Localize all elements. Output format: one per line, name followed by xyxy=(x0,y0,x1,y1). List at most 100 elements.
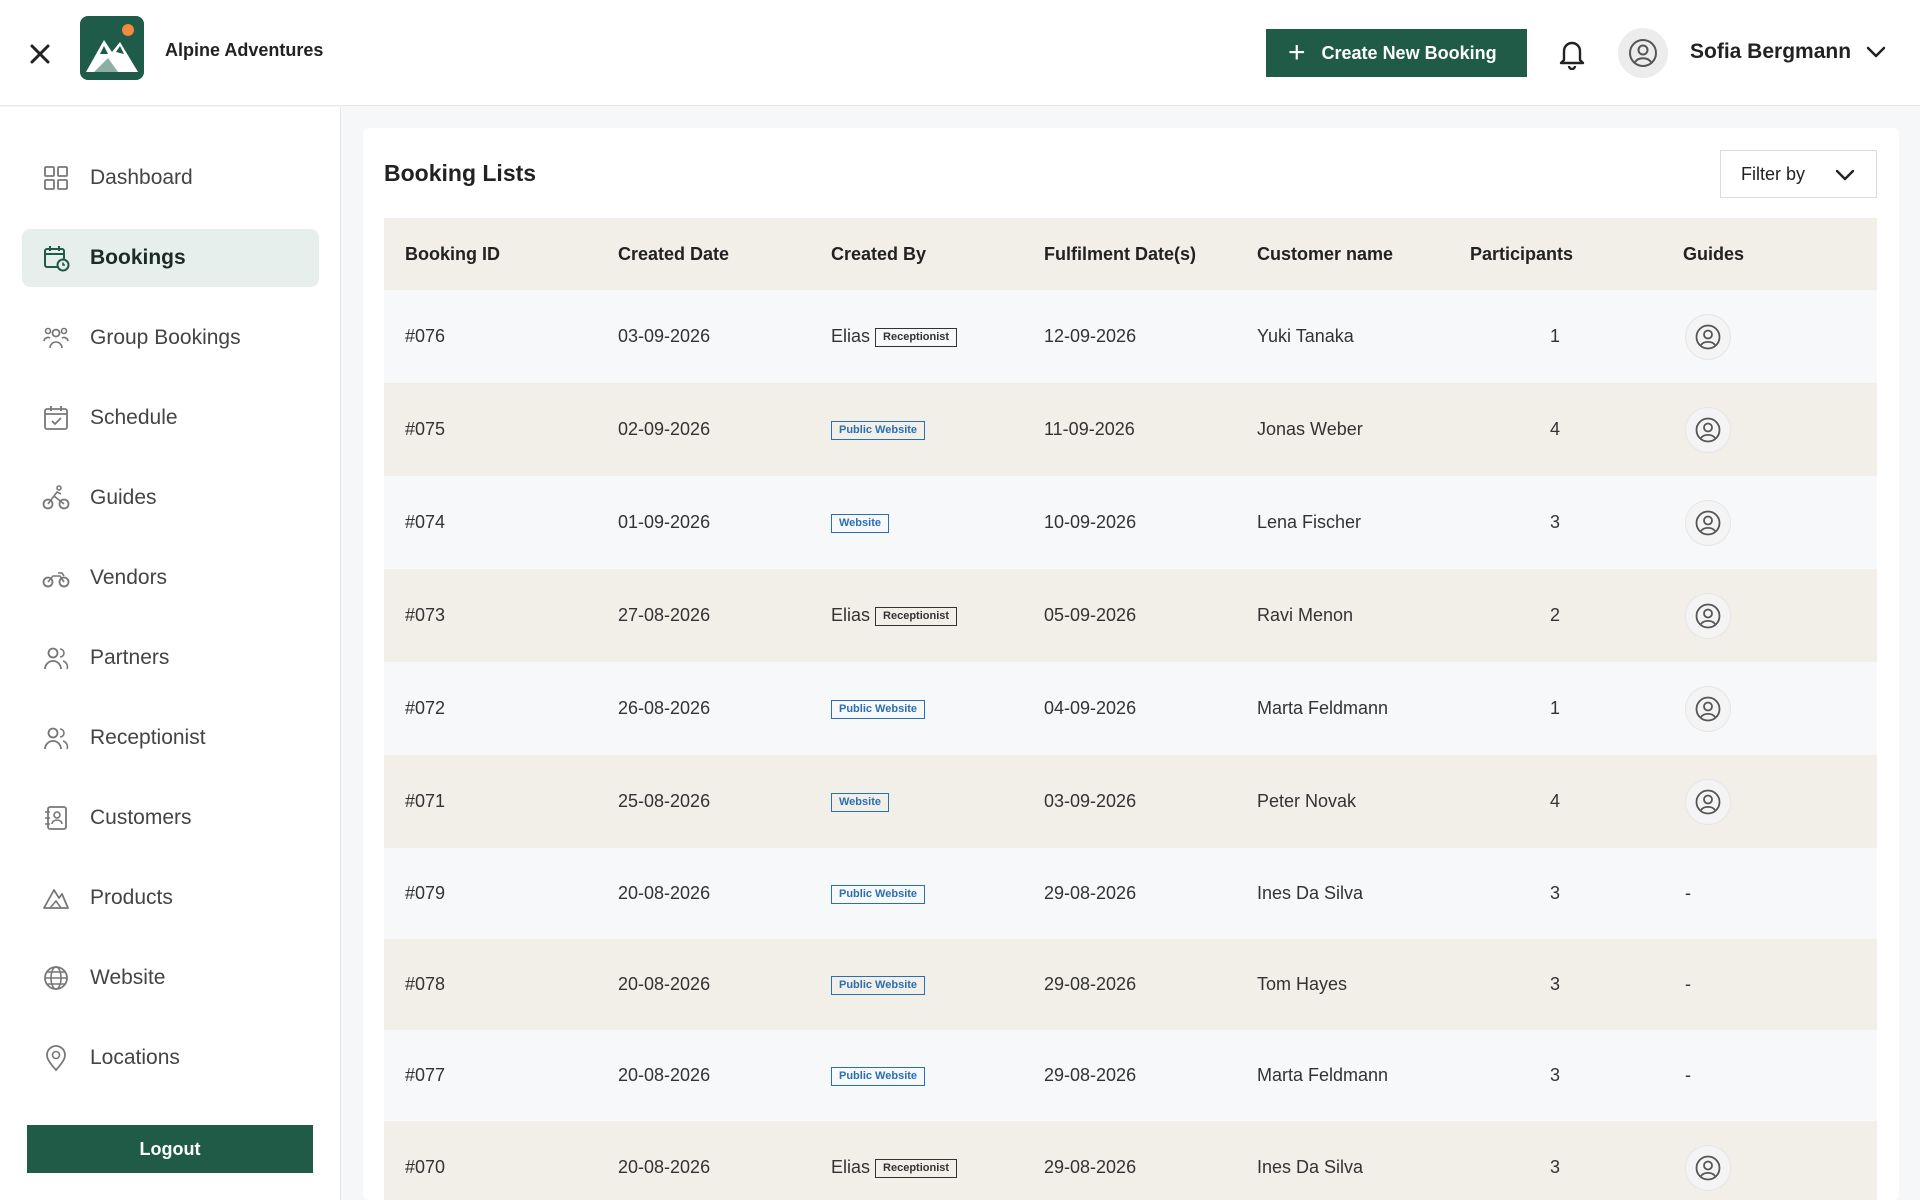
customer-name: Lena Fischer xyxy=(1257,512,1362,532)
column-header[interactable]: Created By xyxy=(831,244,926,265)
table-row[interactable]: #071 25-08-2026 Website 03-09-2026 Peter Nov… xyxy=(384,755,1877,848)
table-row[interactable]: #070 20-08-2026 Elias Receptionist 29-08-202… xyxy=(384,1121,1877,1200)
guide-avatar[interactable] xyxy=(1685,1145,1731,1191)
sidebar-item-label: Website xyxy=(90,966,166,989)
sidebar-item-receptionist[interactable]: Receptionist xyxy=(22,709,319,767)
sidebar-item-website[interactable]: Website xyxy=(22,949,319,1007)
user-icon xyxy=(1695,696,1721,722)
sidebar-item-label: Dashboard xyxy=(90,166,193,189)
guide-avatar[interactable] xyxy=(1685,686,1731,732)
created-by: Elias Receptionist xyxy=(831,326,958,347)
created-by: Website xyxy=(831,791,889,812)
mountain-icon xyxy=(43,889,69,909)
user-icon xyxy=(1695,510,1721,536)
column-header[interactable]: Guides xyxy=(1683,244,1744,265)
customer-name: Marta Feldmann xyxy=(1257,1065,1389,1085)
sidebar-item-bookings[interactable]: Bookings xyxy=(22,229,319,287)
close-icon[interactable] xyxy=(24,38,56,70)
source-badge: Public Website xyxy=(831,700,926,719)
customer-name: Jonas Weber xyxy=(1257,419,1363,439)
fulfilment-date: 29-08-2026 xyxy=(1044,1065,1137,1085)
user-icon xyxy=(1695,603,1721,629)
booking-id: #079 xyxy=(405,883,446,903)
table-row[interactable]: #076 03-09-2026 Elias Receptionist 12-09-202… xyxy=(384,290,1877,383)
fulfilment-date: 05-09-2026 xyxy=(1044,605,1137,625)
fulfilment-date: 10-09-2026 xyxy=(1044,512,1137,532)
user-icon xyxy=(1695,417,1721,443)
booking-id: #075 xyxy=(405,419,446,439)
column-header[interactable]: Created Date xyxy=(618,244,729,265)
calendar-check-icon xyxy=(44,406,68,430)
sidebar-item-products[interactable]: Products xyxy=(22,869,319,927)
guide-avatar[interactable] xyxy=(1685,407,1731,453)
logo xyxy=(80,16,144,80)
table-row[interactable]: #072 26-08-2026 Public Website 04-09-2026 Ma… xyxy=(384,662,1877,755)
fulfilment-date: 04-09-2026 xyxy=(1044,698,1137,718)
sidebar-item-schedule[interactable]: Schedule xyxy=(22,389,319,447)
booking-list-card: Booking Lists Filter by Booking ID Creat… xyxy=(363,128,1899,1200)
booking-id: #070 xyxy=(405,1157,446,1177)
guide-avatar[interactable] xyxy=(1685,593,1731,639)
column-header[interactable]: Participants xyxy=(1470,244,1573,265)
source-badge: Public Website xyxy=(831,421,926,440)
sidebar-item-partners[interactable]: Partners xyxy=(22,629,319,687)
participants-count: 4 xyxy=(1550,791,1561,811)
table-row[interactable]: #077 20-08-2026 Public Website 29-08-2026 Ma… xyxy=(384,1030,1877,1121)
created-by: Public Website xyxy=(831,1065,926,1086)
sidebar-item-locations[interactable]: Locations xyxy=(22,1029,319,1087)
table-row[interactable]: #079 20-08-2026 Public Website 29-08-2026 In… xyxy=(384,848,1877,939)
user-name[interactable]: Sofia Bergmann xyxy=(1690,40,1851,64)
table-row[interactable]: #078 20-08-2026 Public Website 29-08-2026 To… xyxy=(384,939,1877,1030)
globe-icon xyxy=(44,966,68,990)
table-row[interactable]: #073 27-08-2026 Elias Receptionist 05-09-202… xyxy=(384,569,1877,662)
chevron-down-icon xyxy=(1835,169,1855,181)
page-title: Booking Lists xyxy=(384,160,537,186)
bell-icon[interactable] xyxy=(1556,36,1588,71)
fulfilment-date: 29-08-2026 xyxy=(1044,883,1137,903)
sidebar-item-label: Locations xyxy=(90,1046,180,1069)
sidebar-item-guides[interactable]: Guides xyxy=(22,469,319,527)
sidebar-item-dashboard[interactable]: Dashboard xyxy=(22,149,319,207)
customer-name: Ines Da Silva xyxy=(1257,1157,1364,1177)
participants-count: 4 xyxy=(1550,419,1561,439)
chevron-down-icon[interactable] xyxy=(1864,42,1888,62)
table-row[interactable]: #075 02-09-2026 Public Website 11-09-2026 Jo… xyxy=(384,383,1877,476)
fulfilment-date: 29-08-2026 xyxy=(1044,974,1137,994)
bike-rider-icon xyxy=(42,485,70,510)
participants-count: 1 xyxy=(1550,326,1561,346)
created-date: 26-08-2026 xyxy=(618,698,711,718)
sidebar: Dashboard Bookings Group Bookings Schedu… xyxy=(0,107,341,1200)
sidebar-item-vendors[interactable]: Vendors xyxy=(22,549,319,607)
guide-avatar[interactable] xyxy=(1685,779,1731,825)
created-by: Elias Receptionist xyxy=(831,1157,958,1178)
contact-book-icon xyxy=(45,806,67,830)
sidebar-item-customers[interactable]: Customers xyxy=(22,789,319,847)
calendar-clock-icon xyxy=(44,246,70,272)
created-date: 01-09-2026 xyxy=(618,512,711,532)
sidebar-item-label: Partners xyxy=(90,646,170,669)
users-icon xyxy=(44,647,69,670)
booking-id: #077 xyxy=(405,1065,446,1085)
table-row[interactable]: #074 01-09-2026 Website 10-09-2026 Lena Fisc… xyxy=(384,476,1877,569)
logout-button[interactable]: Logout xyxy=(27,1125,313,1173)
group-icon xyxy=(43,327,69,349)
customer-name: Peter Novak xyxy=(1257,791,1357,811)
column-header[interactable]: Booking ID xyxy=(405,244,500,265)
sidebar-item-label: Customers xyxy=(90,806,192,829)
created-by: Public Website xyxy=(831,419,926,440)
create-new-booking-button[interactable]: + Create New Booking xyxy=(1266,29,1527,77)
column-header[interactable]: Customer name xyxy=(1257,244,1393,265)
source-badge: Website xyxy=(831,514,889,533)
guide-avatar[interactable] xyxy=(1685,314,1731,360)
guide-avatar[interactable] xyxy=(1685,500,1731,546)
sidebar-item-group-bookings[interactable]: Group Bookings xyxy=(22,309,319,367)
source-badge: Receptionist xyxy=(875,1159,958,1178)
user-avatar[interactable] xyxy=(1618,28,1668,78)
map-pin-icon xyxy=(46,1045,66,1072)
participants-count: 3 xyxy=(1550,1157,1561,1177)
filter-dropdown[interactable]: Filter by xyxy=(1720,150,1877,198)
column-header[interactable]: Fulfilment Date(s) xyxy=(1044,244,1196,265)
booking-id: #078 xyxy=(405,974,446,994)
participants-count: 3 xyxy=(1550,974,1561,994)
source-badge: Receptionist xyxy=(875,328,958,347)
